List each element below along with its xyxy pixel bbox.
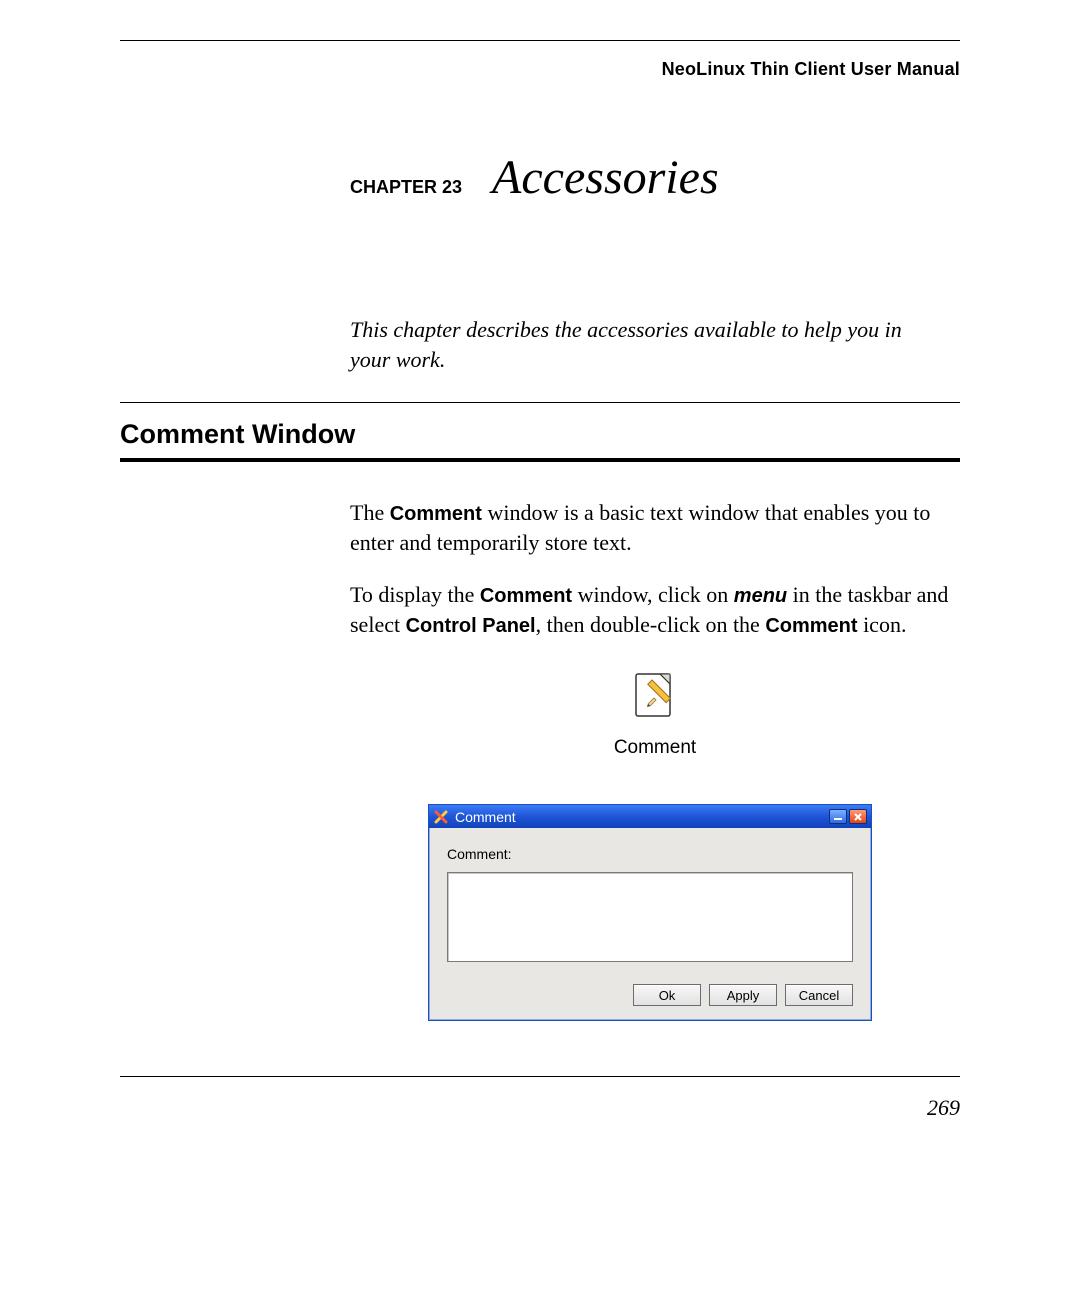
ui-term-control-panel: Control Panel xyxy=(406,615,536,637)
text: To display the xyxy=(350,582,480,607)
cancel-button[interactable]: Cancel xyxy=(785,984,853,1006)
comment-field-label: Comment: xyxy=(447,846,853,862)
comment-textarea[interactable] xyxy=(447,872,853,962)
ui-term-comment: Comment xyxy=(390,503,482,525)
comment-window: Comment Comment: Ok Apply Cancel xyxy=(428,804,872,1021)
chapter-description: This chapter describes the accessories a… xyxy=(350,315,930,374)
chapter-title: Accessories xyxy=(492,150,719,205)
apply-button[interactable]: Apply xyxy=(709,984,777,1006)
titlebar: Comment xyxy=(429,805,871,828)
window-title: Comment xyxy=(455,809,827,825)
comment-icon-caption: Comment xyxy=(350,737,960,759)
ok-button[interactable]: Ok xyxy=(633,984,701,1006)
ui-term-comment: Comment xyxy=(480,585,572,607)
text: icon. xyxy=(858,612,907,637)
chapter-label: CHAPTER 23 xyxy=(350,177,462,198)
section-thin-rule xyxy=(120,402,960,403)
top-rule xyxy=(120,40,960,41)
page-number: 269 xyxy=(120,1095,960,1121)
text: , then double-click on the xyxy=(536,612,766,637)
app-icon xyxy=(433,809,449,825)
section-title: Comment Window xyxy=(120,419,960,450)
close-button[interactable] xyxy=(849,809,867,824)
chapter-heading: CHAPTER 23 Accessories xyxy=(350,150,960,205)
ui-menu-term: menu xyxy=(734,585,787,607)
section-thick-rule xyxy=(120,458,960,462)
text: The xyxy=(350,500,390,525)
minimize-button[interactable] xyxy=(829,809,847,824)
comment-icon xyxy=(626,713,684,730)
comment-icon-block: Comment xyxy=(350,668,960,759)
paragraph-1: The Comment window is a basic text windo… xyxy=(350,498,960,558)
ui-term-comment: Comment xyxy=(765,615,857,637)
bottom-rule xyxy=(120,1076,960,1077)
paragraph-2: To display the Comment window, click on … xyxy=(350,580,960,640)
text: window, click on xyxy=(572,582,734,607)
running-header: NeoLinux Thin Client User Manual xyxy=(120,59,960,80)
